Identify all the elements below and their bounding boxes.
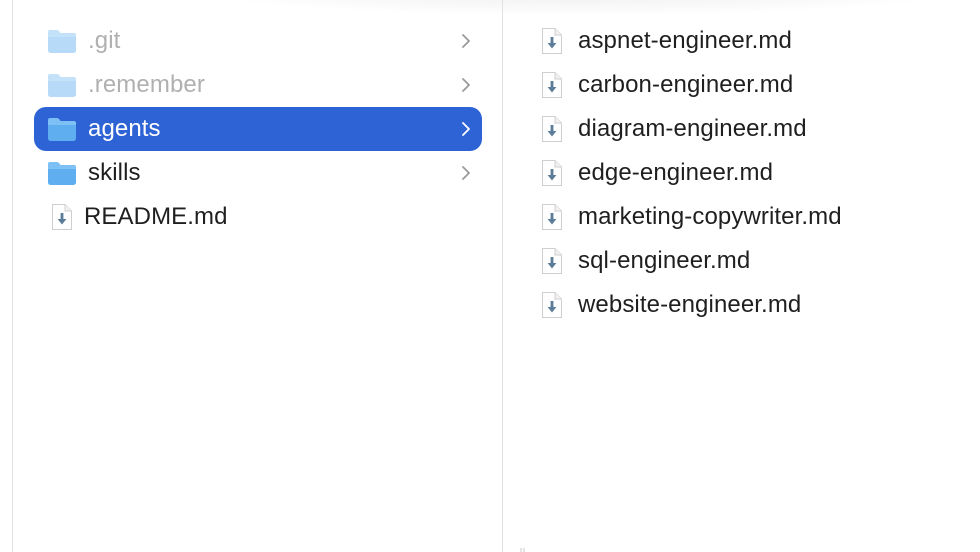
folder-icon [46, 113, 78, 145]
column-1: .git .remember agents skills README.md [34, 19, 482, 239]
file-label: edge-engineer.md [578, 159, 774, 186]
file-row[interactable]: aspnet-engineer.md [524, 19, 980, 63]
file-row[interactable]: website-engineer.md [524, 283, 980, 327]
file-label: marketing-copywriter.md [578, 203, 842, 230]
finder-column-view: .git .remember agents skills README.md a… [0, 0, 980, 552]
chevron-right-icon [462, 122, 470, 136]
folder-label: skills [88, 159, 141, 186]
file-label: diagram-engineer.md [578, 115, 807, 142]
file-label: sql-engineer.md [578, 247, 751, 274]
file-row[interactable]: edge-engineer.md [524, 151, 980, 195]
file-row[interactable]: marketing-copywriter.md [524, 195, 980, 239]
file-label: website-engineer.md [578, 291, 802, 318]
folder-label: .git [88, 27, 121, 54]
toolbar-shadow [170, 0, 980, 14]
chevron-right-icon [462, 78, 470, 92]
markdown-document-icon [540, 114, 564, 144]
column-divider[interactable] [502, 0, 503, 552]
left-column-edge [12, 0, 13, 552]
folder-row-agents[interactable]: agents [34, 107, 482, 151]
folder-icon [46, 25, 78, 57]
file-label: aspnet-engineer.md [578, 27, 792, 54]
folder-label: .remember [88, 71, 205, 98]
markdown-document-icon [540, 290, 564, 320]
folder-row-git[interactable]: .git [34, 19, 482, 63]
column-resize-grip[interactable] [518, 546, 530, 552]
folder-icon [46, 69, 78, 101]
column-2: aspnet-engineer.md carbon-engineer.md di… [524, 19, 980, 327]
file-label: carbon-engineer.md [578, 71, 794, 98]
file-row[interactable]: diagram-engineer.md [524, 107, 980, 151]
markdown-document-icon [540, 70, 564, 100]
folder-label: agents [88, 115, 161, 142]
file-row[interactable]: carbon-engineer.md [524, 63, 980, 107]
chevron-right-icon [462, 34, 470, 48]
file-row-readme[interactable]: README.md [34, 195, 482, 239]
folder-icon [46, 157, 78, 189]
markdown-document-icon [540, 158, 564, 188]
file-row[interactable]: sql-engineer.md [524, 239, 980, 283]
markdown-document-icon [540, 202, 564, 232]
markdown-document-icon [540, 246, 564, 276]
file-label: README.md [84, 203, 228, 230]
folder-row-remember[interactable]: .remember [34, 63, 482, 107]
folder-row-skills[interactable]: skills [34, 151, 482, 195]
chevron-right-icon [462, 166, 470, 180]
markdown-document-icon [50, 202, 74, 232]
markdown-document-icon [540, 26, 564, 56]
